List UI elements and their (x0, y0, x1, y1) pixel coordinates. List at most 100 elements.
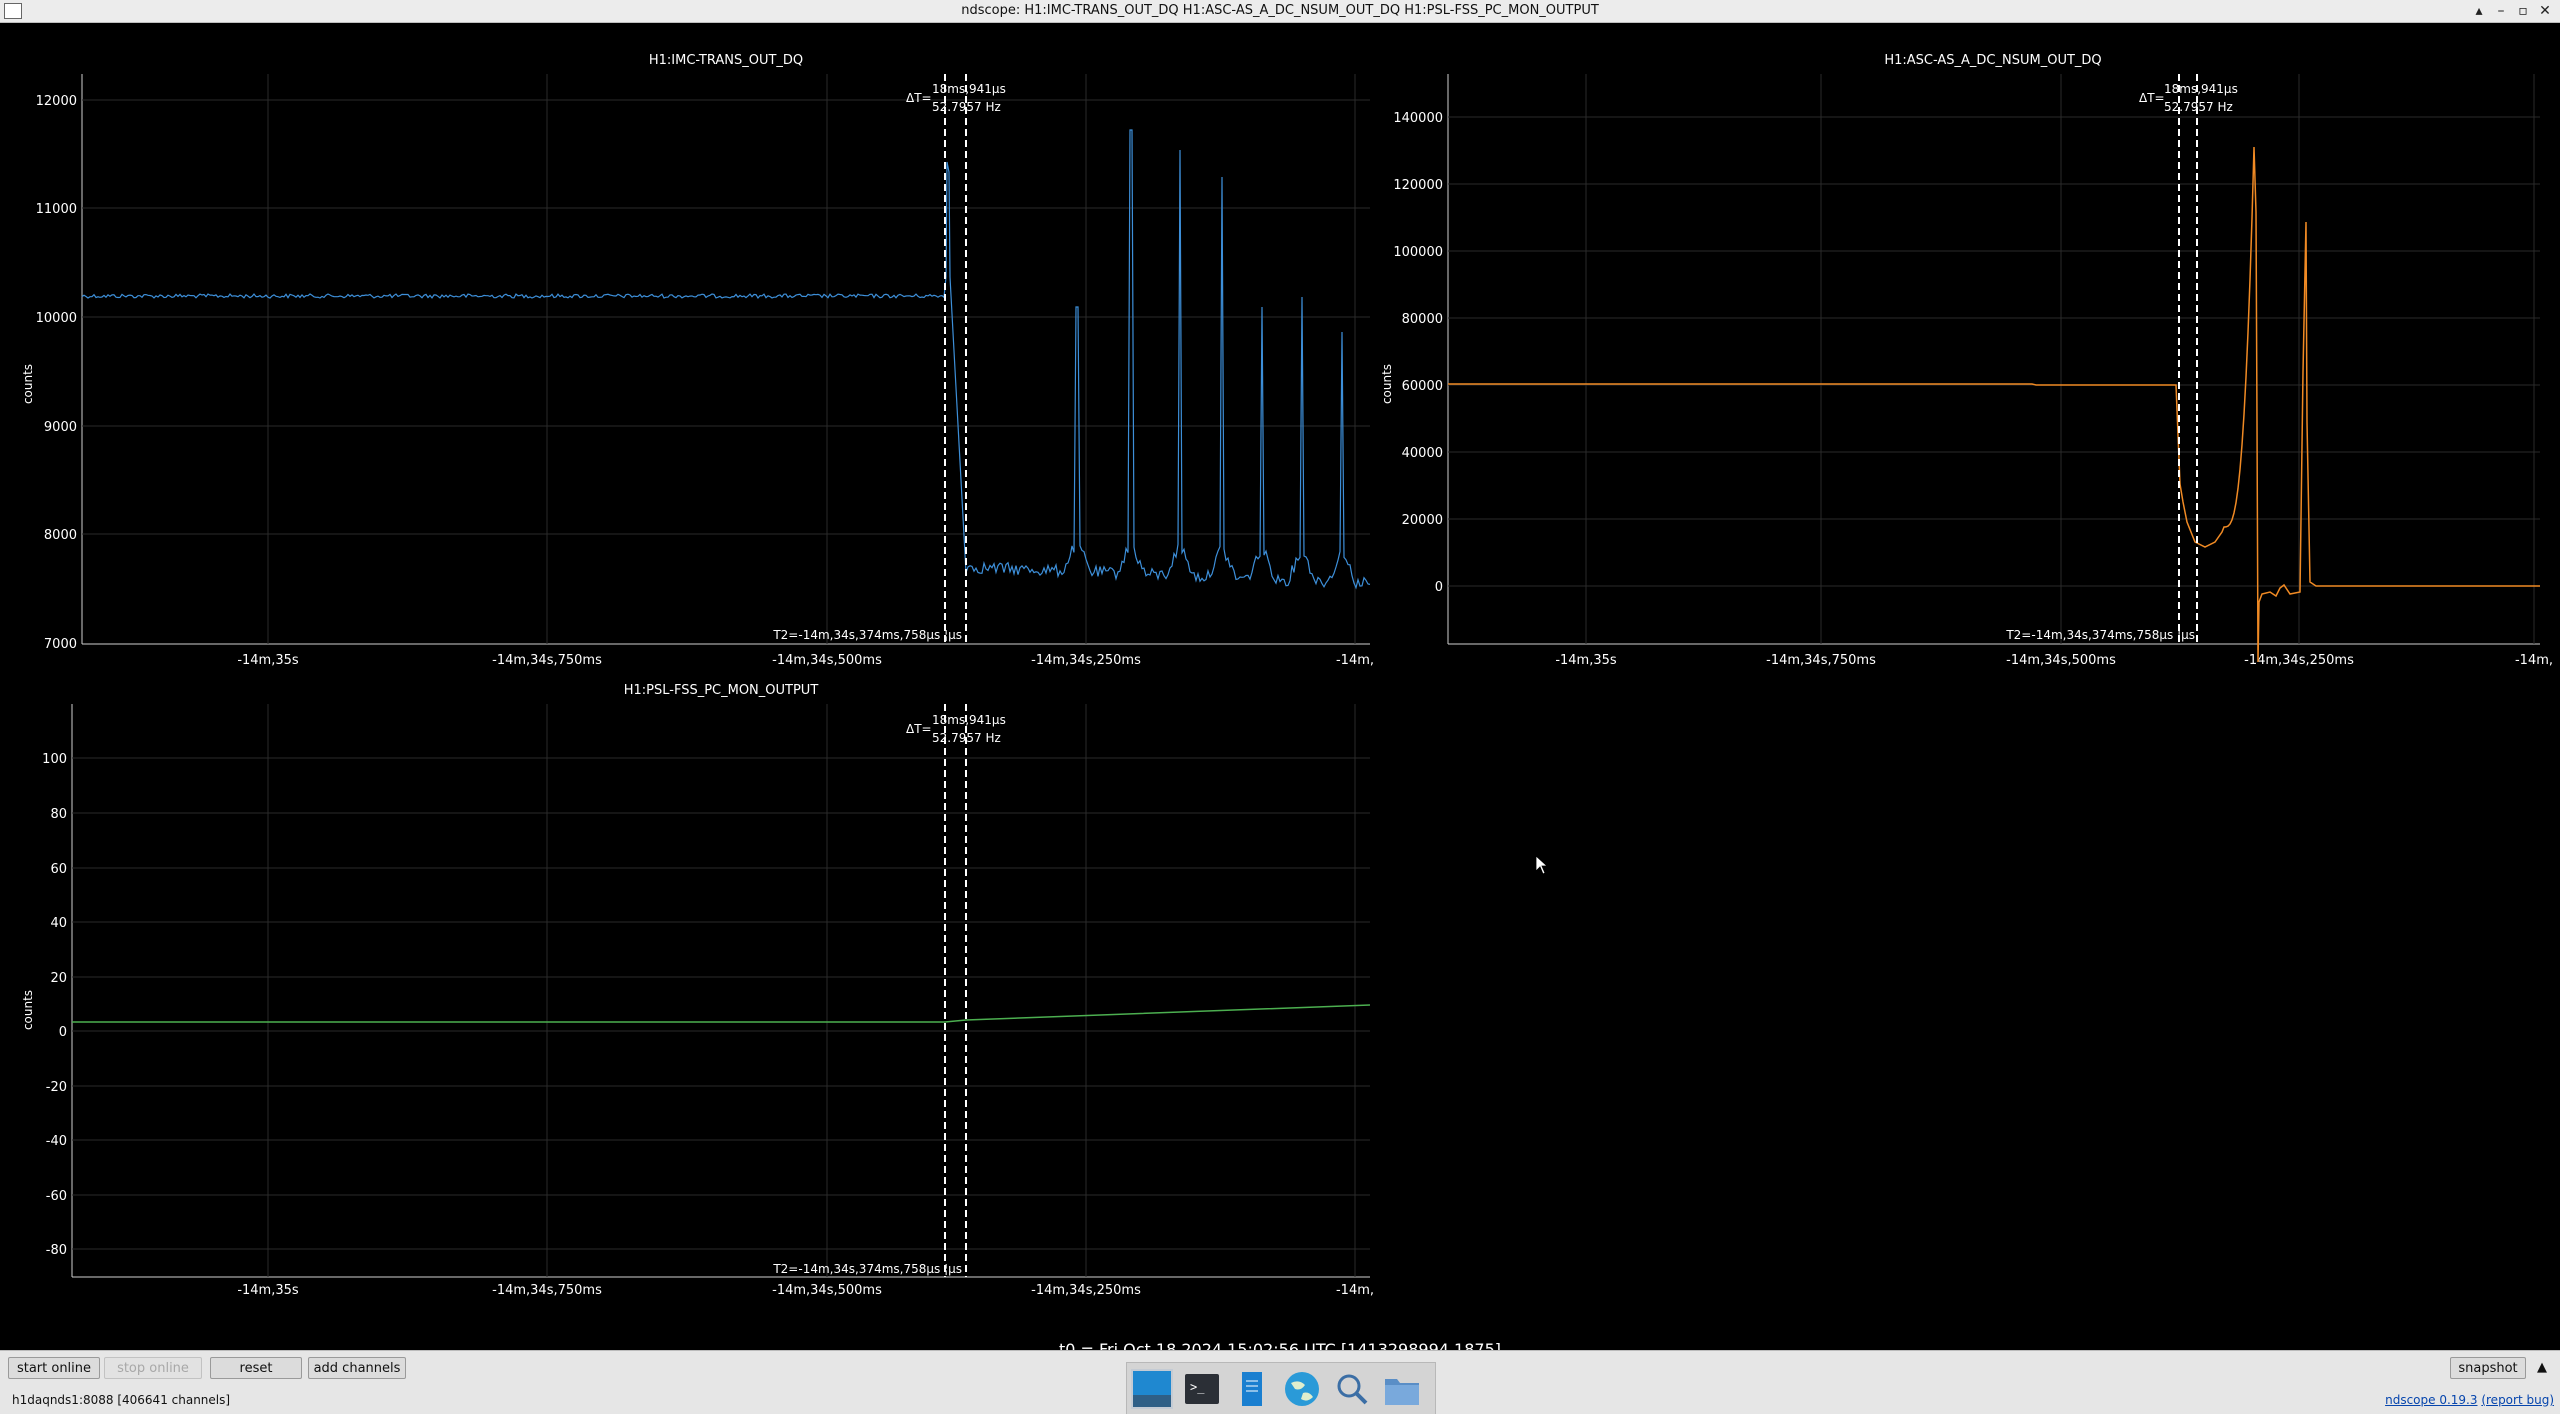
y-tick-label: 8000 (44, 528, 77, 543)
text-editor-icon[interactable] (1231, 1369, 1273, 1409)
x-tick-label: -14m, (1336, 1283, 1374, 1298)
reset-button[interactable]: reset (210, 1357, 302, 1379)
y-tick-label: 100000 (1393, 245, 1443, 260)
y-tick-labels: 12000 11000 10000 9000 8000 7000 (36, 94, 77, 652)
delta-t-value: 18ms,941μs (932, 82, 1006, 96)
x-tick-label: -14m, (1336, 653, 1374, 668)
trace-asc-as-a (1448, 146, 2540, 663)
taskbar: >_ (1126, 1362, 1436, 1414)
x-tick-label: -14m,34s,750ms (1766, 653, 1876, 668)
x-tick-label: -14m,34s,250ms (1031, 653, 1141, 668)
stop-online-button[interactable]: stop online (104, 1357, 202, 1379)
t2-readout: T2=-14m,34s,374ms,758μs ¦μs (772, 628, 962, 642)
y-tick-label: -40 (46, 1134, 67, 1149)
y-tick-label: 0 (59, 1025, 67, 1040)
x-tick-label: -14m,34s,500ms (2006, 653, 2116, 668)
collapse-icon[interactable]: ▲ (2530, 1357, 2554, 1379)
report-bug-link[interactable]: (report bug) (2481, 1393, 2554, 1407)
y-tick-label: 9000 (44, 420, 77, 435)
delta-t-label: ΔT= (906, 722, 932, 736)
x-tick-labels: -14m,35s -14m,34s,750ms -14m,34s,500ms -… (1555, 653, 2553, 668)
y-tick-label: -20 (46, 1080, 67, 1095)
y-tick-label: 20 (50, 971, 67, 986)
y-tick-label: 40000 (1402, 446, 1443, 461)
delta-t-label: ΔT= (2139, 91, 2165, 105)
y-axis-label: counts (1380, 364, 1394, 404)
delta-frequency: 52.7957 Hz (2164, 100, 2233, 114)
y-tick-label: 0 (1435, 580, 1443, 595)
y-tick-label: 80 (50, 807, 67, 822)
x-tick-label: -14m,34s,500ms (772, 1283, 882, 1298)
plot-asc-as-a[interactable]: H1:ASC-AS_A_DC_NSUM_OUT_DQ counts 140000… (1380, 53, 2553, 668)
delta-t-value: 18ms,941μs (932, 713, 1006, 727)
x-tick-label: -14m,35s (237, 653, 299, 668)
terminal-icon[interactable]: >_ (1181, 1369, 1223, 1409)
delta-frequency: 52.7957 Hz (932, 731, 1001, 745)
maximize-icon[interactable]: ▫ (2514, 2, 2532, 20)
y-tick-label: 20000 (1402, 513, 1443, 528)
grid (72, 704, 1370, 1277)
delta-frequency: 52.7957 Hz (932, 100, 1001, 114)
plot-title: H1:ASC-AS_A_DC_NSUM_OUT_DQ (1884, 53, 2101, 68)
search-icon[interactable] (1331, 1369, 1373, 1409)
cursor-t1[interactable] (944, 74, 967, 644)
y-tick-label: 11000 (36, 202, 77, 217)
y-tick-labels: 100 80 60 40 20 0 -20 -40 -60 -80 (42, 752, 67, 1258)
x-tick-label: -14m,34s,500ms (772, 653, 882, 668)
shade-icon[interactable]: ▴ (2470, 2, 2488, 20)
add-channels-button[interactable]: add channels (308, 1357, 406, 1379)
plot-psl-fss[interactable]: H1:PSL-FSS_PC_MON_OUTPUT counts 100 80 6… (21, 683, 1374, 1298)
t2-readout: T2=-14m,34s,374ms,758μs ¦μs (2005, 628, 2195, 642)
x-tick-label: -14m,34s,750ms (492, 1283, 602, 1298)
y-axis-label: counts (21, 364, 35, 404)
y-tick-label: 7000 (44, 637, 77, 652)
grid (1448, 74, 2540, 644)
x-tick-label: -14m, (2515, 653, 2553, 668)
version-info: ndscope 0.19.3 (report bug) (2385, 1393, 2554, 1407)
x-tick-labels: -14m,35s -14m,34s,750ms -14m,34s,500ms -… (237, 1283, 1374, 1298)
web-browser-icon[interactable] (1281, 1369, 1323, 1409)
window-titlebar: ndscope: H1:IMC-TRANS_OUT_DQ H1:ASC-AS_A… (0, 0, 2560, 23)
plot-title: H1:IMC-TRANS_OUT_DQ (649, 53, 803, 68)
close-icon[interactable]: ✕ (2536, 2, 2554, 20)
y-tick-label: -60 (46, 1189, 67, 1204)
x-tick-label: -14m,34s,250ms (1031, 1283, 1141, 1298)
plot-imc-trans[interactable]: H1:IMC-TRANS_OUT_DQ counts 12000 11000 1… (21, 53, 1374, 668)
trace-imc-trans (81, 129, 1371, 590)
y-tick-label: 60000 (1402, 379, 1443, 394)
cursor-t2[interactable] (2178, 74, 2198, 644)
x-tick-label: -14m,34s,250ms (2244, 653, 2354, 668)
cursor-t3[interactable] (944, 704, 967, 1277)
x-tick-label: -14m,35s (1555, 653, 1617, 668)
y-tick-label: 80000 (1402, 312, 1443, 327)
snapshot-button[interactable]: snapshot (2450, 1357, 2526, 1379)
x-tick-label: -14m,34s,750ms (492, 653, 602, 668)
y-tick-labels: 140000 120000 100000 80000 60000 40000 2… (1393, 111, 1443, 595)
window-title: ndscope: H1:IMC-TRANS_OUT_DQ H1:ASC-AS_A… (961, 3, 1599, 18)
y-axis-label: counts (21, 990, 35, 1030)
desktop-icon[interactable] (1131, 1369, 1173, 1409)
svg-text:>_: >_ (1190, 1380, 1205, 1394)
server-status: h1daqnds1:8088 [406641 channels] (12, 1393, 231, 1407)
t2-readout: T2=-14m,34s,374ms,758μs ¦μs (772, 1262, 962, 1276)
trace-psl-fss (72, 1004, 1371, 1023)
minimize-icon[interactable]: – (2492, 2, 2510, 20)
x-tick-label: -14m,35s (237, 1283, 299, 1298)
mouse-pointer-icon (1535, 855, 1549, 875)
version-link[interactable]: ndscope 0.19.3 (2385, 1393, 2477, 1407)
y-tick-label: -80 (46, 1243, 67, 1258)
delta-t-label: ΔT= (906, 91, 932, 105)
plot-area: H1:IMC-TRANS_OUT_DQ counts 12000 11000 1… (0, 22, 2560, 1359)
y-tick-label: 100 (42, 752, 67, 767)
y-tick-label: 12000 (36, 94, 77, 109)
y-tick-label: 140000 (1393, 111, 1443, 126)
plot-title: H1:PSL-FSS_PC_MON_OUTPUT (624, 683, 819, 698)
x-tick-labels: -14m,35s -14m,34s,750ms -14m,34s,500ms -… (237, 653, 1374, 668)
y-tick-label: 40 (50, 916, 67, 931)
y-tick-label: 60 (50, 862, 67, 877)
grid (82, 74, 1370, 644)
delta-t-value: 18ms,941μs (2164, 82, 2238, 96)
y-tick-label: 10000 (36, 311, 77, 326)
start-online-button[interactable]: start online (8, 1357, 100, 1379)
file-manager-icon[interactable] (1381, 1369, 1423, 1409)
